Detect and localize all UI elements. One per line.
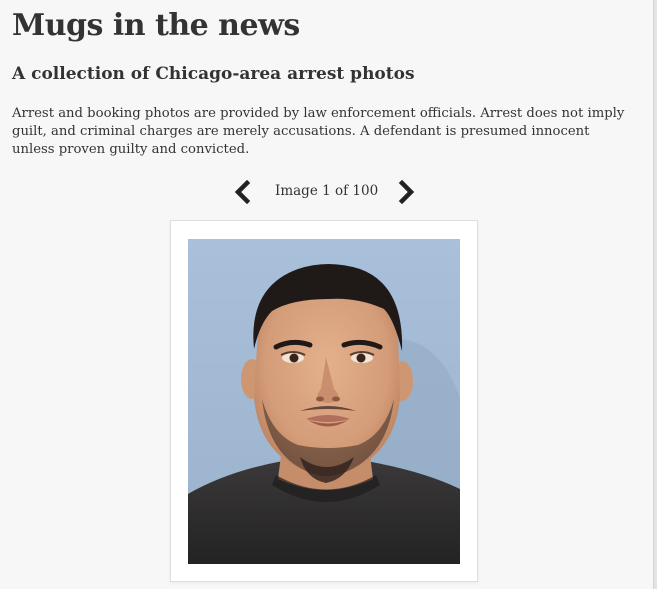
page-subtitle: A collection of Chicago-area arrest phot… xyxy=(12,64,415,84)
photo-card xyxy=(170,220,478,582)
booking-photo[interactable] xyxy=(188,239,460,564)
disclaimer-text: Arrest and booking photos are provided b… xyxy=(12,106,625,157)
chevron-left-icon xyxy=(234,179,251,205)
image-counter: Image 1 of 100 xyxy=(275,183,379,199)
scrollbar-track[interactable] xyxy=(653,0,657,589)
chevron-right-icon xyxy=(398,179,415,205)
next-button[interactable] xyxy=(395,179,417,205)
page-title: Mugs in the news xyxy=(12,8,300,43)
previous-button[interactable] xyxy=(232,179,254,205)
gallery-pager: Image 1 of 100 xyxy=(230,178,420,206)
